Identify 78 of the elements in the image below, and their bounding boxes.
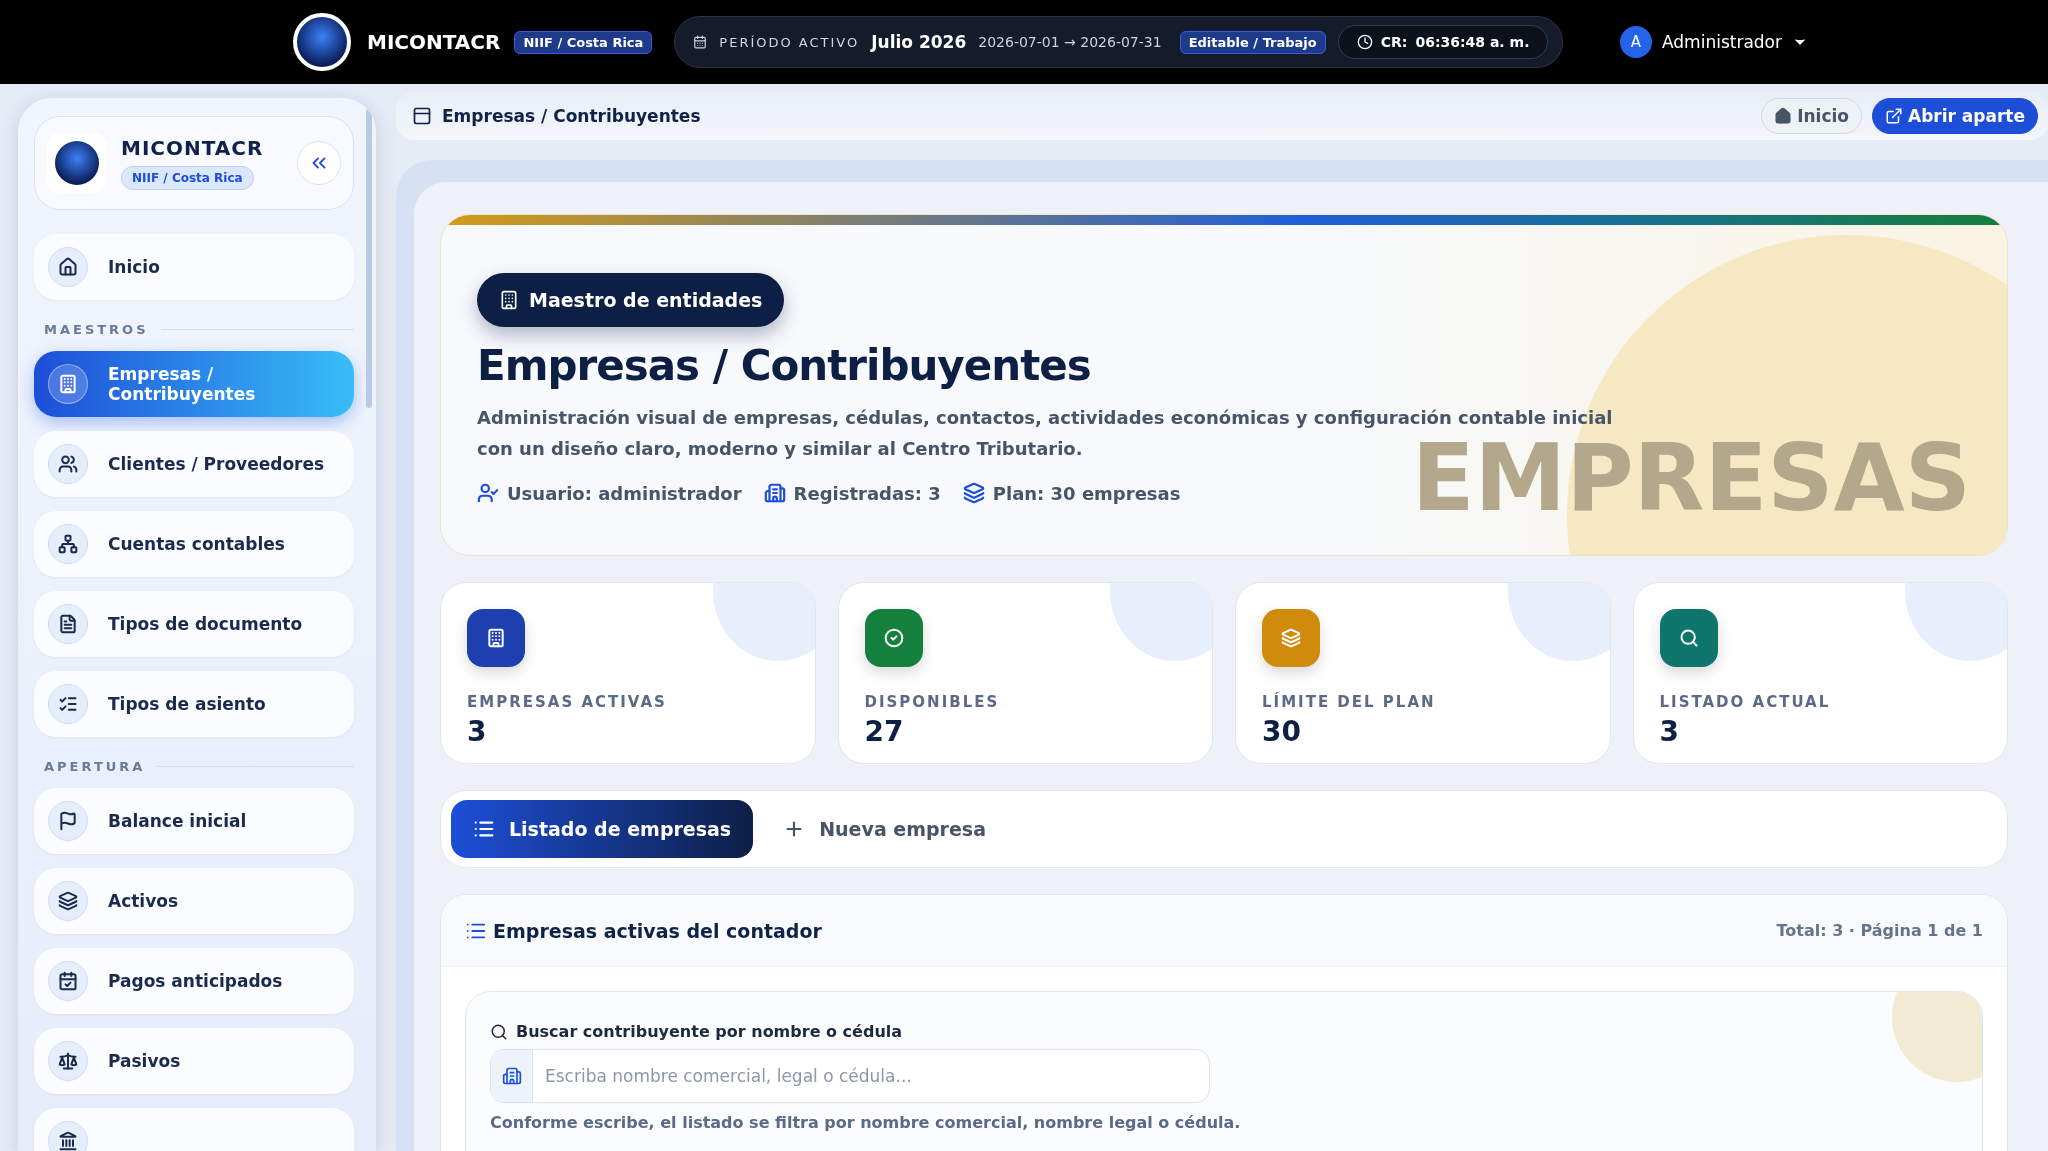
search-hint: Conforme escribe, el listado se filtra por nombre comercial, nombre legal o cédula. xyxy=(490,1113,1242,1132)
document-icon xyxy=(58,614,78,634)
sidebar-item[interactable]: Balance inicial xyxy=(34,788,354,854)
user-name[interactable]: Administrador xyxy=(1662,32,1782,52)
flag-icon xyxy=(58,811,78,831)
meta-info: Registradas: 3 xyxy=(793,482,941,504)
sidebar-item[interactable]: Cuentas contables xyxy=(34,511,354,577)
search-field[interactable]: Escriba nombre comercial, legal o cédula... xyxy=(490,1049,1210,1103)
brand-name: MICONTACR xyxy=(367,30,501,54)
home-button[interactable]: Inicio xyxy=(1761,98,1862,134)
tab[interactable]: Listado de empresas xyxy=(451,800,754,858)
page-title: Empresas / Contribuyentes xyxy=(477,341,1092,390)
clock-time: 06:36:48 a. m. xyxy=(1415,34,1530,50)
layers-icon xyxy=(962,482,985,504)
building-icon xyxy=(763,482,786,504)
sidebar-item[interactable]: Empresas / Contribuyentes xyxy=(34,351,354,417)
tab[interactable]: Nueva empresa xyxy=(761,800,1008,858)
breadcrumb: Empresas / Contribuyentes xyxy=(442,106,701,126)
section-pill: Maestro de entidades xyxy=(477,273,785,327)
section-heading: MAESTROS xyxy=(44,322,149,337)
layers-icon xyxy=(1281,628,1301,648)
clock-icon xyxy=(1356,34,1373,50)
building-icon xyxy=(58,374,78,394)
external-link-icon xyxy=(1885,107,1903,125)
scale-icon xyxy=(58,1051,78,1071)
search-icon xyxy=(1678,628,1699,648)
stat-label: LÍMITE DEL PLAN xyxy=(1262,693,1437,711)
stat-value: 3 xyxy=(467,715,488,748)
calendar-icon xyxy=(693,35,708,49)
stat-label: DISPONIBLES xyxy=(864,693,1001,711)
sidebar-item[interactable]: Pagos anticipados xyxy=(34,948,354,1014)
sidebar-item[interactable]: Inicio xyxy=(34,234,354,300)
section-heading: APERTURA xyxy=(44,759,146,774)
stat-label: LISTADO ACTUAL xyxy=(1659,693,1832,711)
bank-icon xyxy=(58,1131,78,1151)
building-icon xyxy=(501,1066,522,1086)
collapse-button[interactable] xyxy=(297,141,341,185)
calendar-icon xyxy=(58,971,78,991)
mode-badge: Editable / Trabajo xyxy=(1179,30,1326,54)
search-icon xyxy=(490,1022,508,1041)
building-icon xyxy=(499,290,519,310)
stat-value: 30 xyxy=(1262,715,1302,748)
sidebar-item[interactable]: Pasivos xyxy=(34,1028,354,1094)
search-label: Buscar contribuyente por nombre o cédula xyxy=(516,1022,903,1041)
building-icon xyxy=(486,628,506,648)
sidebar-item[interactable]: Tipos de documento xyxy=(34,591,354,657)
open-separate-button[interactable]: Abrir aparte xyxy=(1872,98,2038,134)
logo-icon xyxy=(293,13,351,71)
clock-label: CR: xyxy=(1380,34,1408,50)
list-icon xyxy=(473,818,495,840)
sidebar-item[interactable]: Clientes / Proveedores xyxy=(34,431,354,497)
home-icon xyxy=(1774,107,1793,125)
stat-value: 27 xyxy=(864,715,905,748)
region-badge: NIIF / Costa Rica xyxy=(514,30,653,54)
brand-name: MICONTACR xyxy=(121,136,264,160)
meta-info: Plan: 30 empresas xyxy=(992,482,1181,504)
card-title: Empresas activas del contador xyxy=(493,919,822,942)
logo-icon xyxy=(55,141,99,185)
layers-icon xyxy=(58,891,78,911)
meta-info: Usuario: administrador xyxy=(507,482,742,504)
period-name: Julio 2026 xyxy=(871,32,967,52)
user-icon xyxy=(477,482,499,504)
hierarchy-icon xyxy=(58,534,78,554)
home-icon xyxy=(58,257,78,277)
period-label: PERÍODO ACTIVO xyxy=(719,34,860,50)
period-range: 2026-07-01 → 2026-07-31 xyxy=(978,34,1162,50)
check-icon xyxy=(883,628,904,648)
region-badge: NIIF / Costa Rica xyxy=(121,166,254,190)
user-avatar[interactable]: A xyxy=(1620,26,1652,58)
sidebar-item[interactable]: Activos xyxy=(34,868,354,934)
scrollbar-thumb[interactable] xyxy=(366,108,372,408)
users-icon xyxy=(58,454,78,474)
window-icon xyxy=(412,106,432,126)
sidebar-item[interactable]: Tipos de asiento xyxy=(34,671,354,737)
pagination-summary: Total: 3 · Página 1 de 1 xyxy=(1776,921,1983,940)
stat-label: EMPRESAS ACTIVAS xyxy=(467,693,668,711)
checklist-icon xyxy=(58,694,78,714)
stat-value: 3 xyxy=(1659,715,1680,748)
